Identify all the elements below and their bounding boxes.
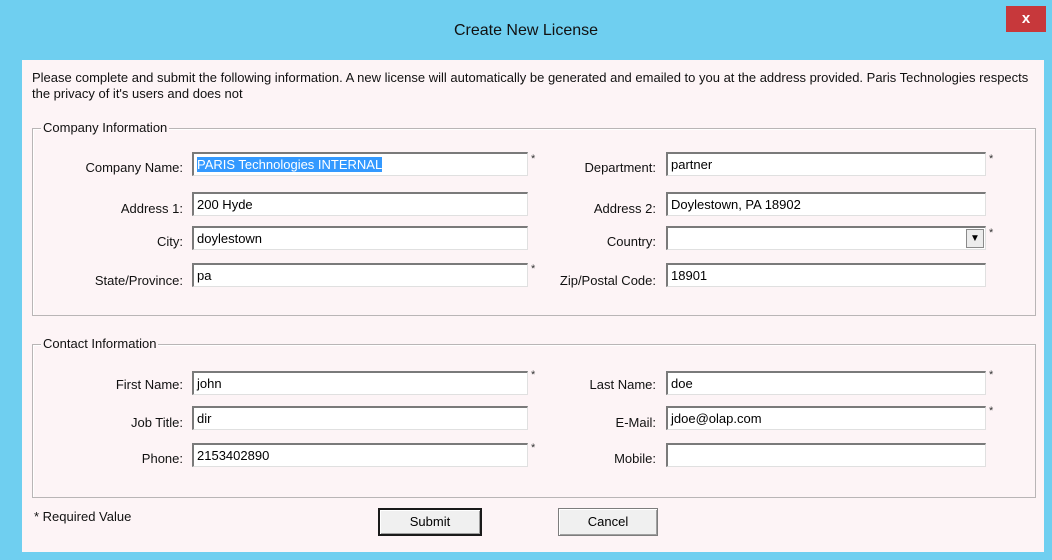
country-select[interactable]: ▼ <box>666 226 986 250</box>
contact-group-title: Contact Information <box>41 336 159 351</box>
state-field[interactable]: pa <box>192 263 528 287</box>
last-name-label: Last Name: <box>589 377 656 392</box>
last-name-field[interactable]: doe <box>666 371 986 395</box>
address1-value: 200 Hyde <box>197 197 253 212</box>
zip-field[interactable]: 18901 <box>666 263 986 287</box>
mobile-field[interactable] <box>666 443 986 467</box>
job-title-label: Job Title: <box>130 415 183 430</box>
country-label: Country: <box>606 234 656 249</box>
address1-field[interactable]: 200 Hyde <box>192 192 528 216</box>
company-group-title: Company Information <box>41 120 170 135</box>
phone-value: 2153402890 <box>197 448 270 463</box>
address2-label: Address 2: <box>593 201 656 216</box>
department-label: Department: <box>584 160 656 175</box>
close-icon: x <box>1021 10 1031 27</box>
zip-label: Zip/Postal Code: <box>559 273 656 288</box>
email-value: jdoe@olap.com <box>671 411 762 426</box>
window-title: Create New License <box>453 22 599 39</box>
submit-button[interactable]: Submit <box>378 508 482 536</box>
company-name-value: PARIS Technologies INTERNAL <box>197 157 383 172</box>
chevron-down-icon[interactable]: ▼ <box>966 229 984 248</box>
required-value-note: * Required Value <box>34 509 132 524</box>
state-label: State/Province: <box>94 273 183 288</box>
email-field[interactable]: jdoe@olap.com <box>666 406 986 430</box>
first-name-label: First Name: <box>115 377 183 392</box>
company-name-field[interactable]: PARIS Technologies INTERNAL <box>192 152 528 176</box>
city-value: doylestown <box>197 231 263 246</box>
phone-label: Phone: <box>141 451 183 466</box>
close-button[interactable]: x <box>1006 6 1046 32</box>
dialog-body: Please complete and submit the following… <box>22 60 1044 552</box>
state-value: pa <box>197 268 212 283</box>
mobile-label: Mobile: <box>614 451 656 466</box>
job-title-value: dir <box>197 411 212 426</box>
required-marker: * <box>989 369 994 381</box>
title-bar: Create New License x <box>0 0 1052 64</box>
required-marker: * <box>989 227 994 239</box>
cancel-button[interactable]: Cancel <box>558 508 658 536</box>
address2-value: Doylestown, PA 18902 <box>671 197 801 212</box>
phone-field[interactable]: 2153402890 <box>192 443 528 467</box>
last-name-value: doe <box>671 376 693 391</box>
address2-field[interactable]: Doylestown, PA 18902 <box>666 192 986 216</box>
address1-label: Address 1: <box>120 201 183 216</box>
department-field[interactable]: partner <box>666 152 986 176</box>
company-name-label: Company Name: <box>85 160 183 175</box>
department-value: partner <box>671 157 713 172</box>
required-marker: * <box>989 405 994 417</box>
first-name-field[interactable]: john <box>192 371 528 395</box>
job-title-field[interactable]: dir <box>192 406 528 430</box>
city-label: City: <box>157 234 183 249</box>
zip-value: 18901 <box>671 268 708 283</box>
required-marker: * <box>989 153 994 165</box>
company-information-group: Company Information Company Name: PARIS … <box>32 120 1036 316</box>
intro-text: Please complete and submit the following… <box>32 70 1029 101</box>
email-label: E-Mail: <box>615 415 656 430</box>
contact-information-group: Contact Information First Name: john * L… <box>32 336 1036 498</box>
city-field[interactable]: doylestown <box>192 226 528 250</box>
first-name-value: john <box>197 376 222 391</box>
